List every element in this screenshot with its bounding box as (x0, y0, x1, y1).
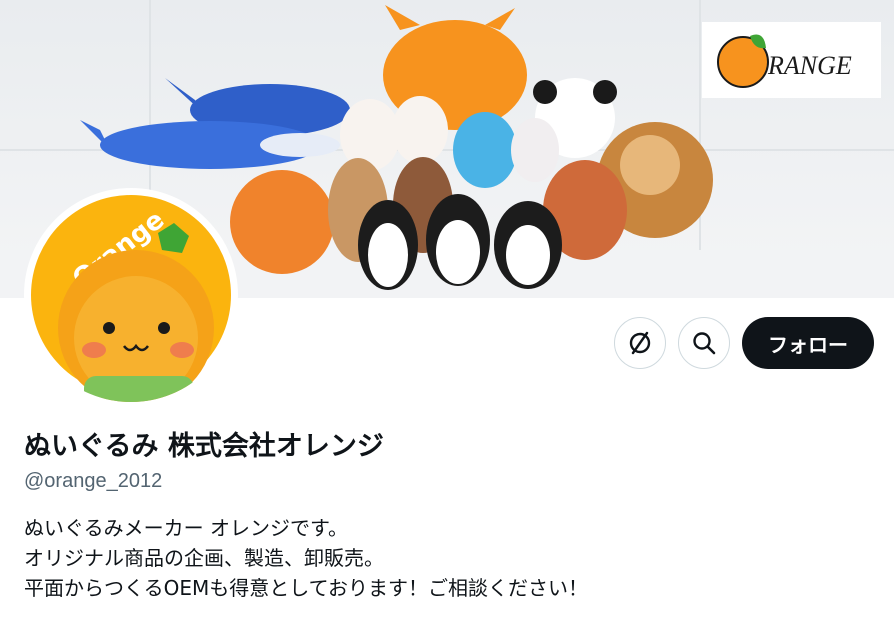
profile-name: ぬいぐるみ 株式会社オレンジ (24, 431, 384, 462)
profile-handle: @orange_2012 (24, 470, 163, 492)
search-icon (693, 332, 716, 355)
bio-line: ぬいぐるみメーカー オレンジです。 (24, 516, 348, 540)
search-button[interactable] (678, 317, 730, 369)
bio-line: オリジナル商品の企画、製造、卸販売。 (24, 546, 384, 570)
profile-bio: ぬいぐるみメーカー オレンジです。 オリジナル商品の企画、製造、卸販売。 平面か… (24, 513, 588, 603)
brand-logo: RANGE (702, 22, 881, 98)
no-entry-icon (629, 331, 651, 355)
avatar[interactable]: Orange (24, 188, 238, 402)
bio-line: 平面からつくるOEMも得意としております！ご相談ください！ (24, 576, 589, 600)
follow-button[interactable]: フォロー (742, 317, 874, 369)
profile-actions: フォロー (614, 317, 874, 369)
brand-logo-text: RANGE (767, 51, 852, 80)
more-actions-button[interactable] (614, 317, 666, 369)
